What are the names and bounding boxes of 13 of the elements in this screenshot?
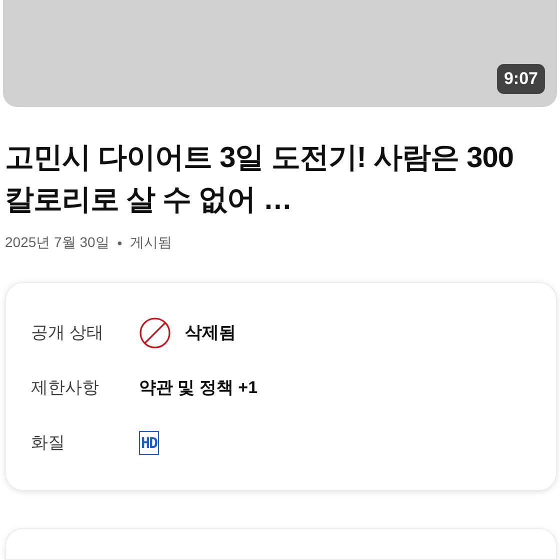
restriction-value: 약관 및 정책 +1 bbox=[139, 377, 258, 400]
detail-label: 공개 상태 bbox=[31, 322, 105, 344]
prohibited-icon bbox=[139, 316, 171, 349]
status-value: 삭제됨 bbox=[185, 322, 236, 344]
publish-status: 게시됨 bbox=[130, 234, 172, 252]
video-thumbnail[interactable]: 9:07 bbox=[3, 0, 557, 108]
quality-badge: HD bbox=[139, 430, 160, 455]
detail-label: 화질 bbox=[31, 432, 66, 454]
detail-label: 제한사항 bbox=[31, 377, 100, 400]
publish-date: 2025년 7월 30일 bbox=[5, 234, 110, 252]
duration-badge: 9:07 bbox=[496, 64, 545, 94]
video-title: 고민시 다이어트 3일 도전기! 사람은 300칼로리로 살 수 없어 … bbox=[5, 141, 514, 218]
separator-dot: • bbox=[117, 235, 122, 252]
